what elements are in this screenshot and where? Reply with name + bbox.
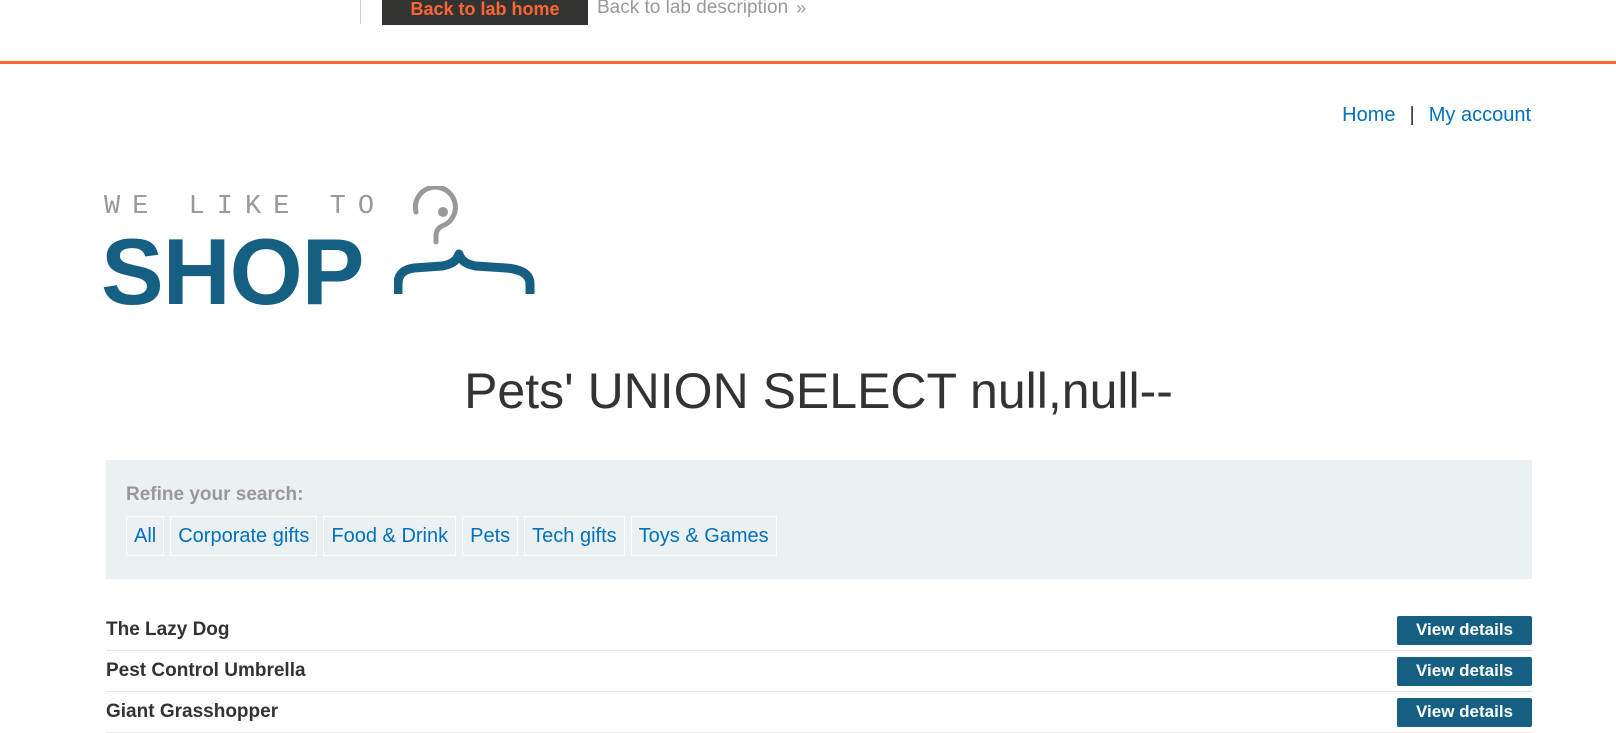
table-row: Pest Control Umbrella View details xyxy=(106,651,1532,692)
back-to-lab-description-label: Back to lab description xyxy=(597,0,789,18)
logo-shop-text: SHOP xyxy=(101,219,364,324)
view-details-button[interactable]: View details xyxy=(1397,615,1532,645)
product-table: The Lazy Dog View details Pest Control U… xyxy=(106,610,1532,733)
view-details-button[interactable]: View details xyxy=(1397,656,1532,686)
filter-all[interactable]: All xyxy=(126,516,165,556)
category-filter-list: All Corporate gifts Food & Drink Pets Te… xyxy=(126,516,777,556)
refine-label: Refine your search: xyxy=(126,484,304,505)
table-row: Giant Grasshopper View details xyxy=(106,692,1532,733)
filter-toys-games[interactable]: Toys & Games xyxy=(630,516,777,556)
product-name: Pest Control Umbrella xyxy=(106,660,306,681)
home-link[interactable]: Home xyxy=(1342,104,1395,127)
filter-tech-gifts[interactable]: Tech gifts xyxy=(524,516,625,556)
back-to-lab-description-link[interactable]: Back to lab description » xyxy=(597,0,806,21)
coat-hanger-icon xyxy=(394,186,535,294)
nav-separator: | xyxy=(1409,104,1415,126)
my-account-link[interactable]: My account xyxy=(1429,104,1531,127)
view-details-button[interactable]: View details xyxy=(1397,697,1532,727)
filter-food-drink[interactable]: Food & Drink xyxy=(323,516,457,556)
lab-banner: Back to lab home Back to lab description… xyxy=(0,0,1616,64)
top-nav: Home | My account xyxy=(1342,104,1531,127)
product-name: Giant Grasshopper xyxy=(106,701,279,722)
filter-corporate-gifts[interactable]: Corporate gifts xyxy=(170,516,318,556)
banner-divider xyxy=(360,0,361,24)
double-chevron-right-icon: » xyxy=(796,0,807,18)
product-name: The Lazy Dog xyxy=(106,619,230,640)
back-to-lab-home-button[interactable]: Back to lab home xyxy=(382,0,588,25)
filter-panel: Refine your search: All Corporate gifts … xyxy=(106,460,1532,579)
page-title: Pets' UNION SELECT null,null-- xyxy=(464,363,1173,419)
table-row: The Lazy Dog View details xyxy=(106,610,1532,651)
shop-logo[interactable]: WE LIKE TO SHOP xyxy=(101,186,554,324)
filter-pets[interactable]: Pets xyxy=(462,516,519,556)
